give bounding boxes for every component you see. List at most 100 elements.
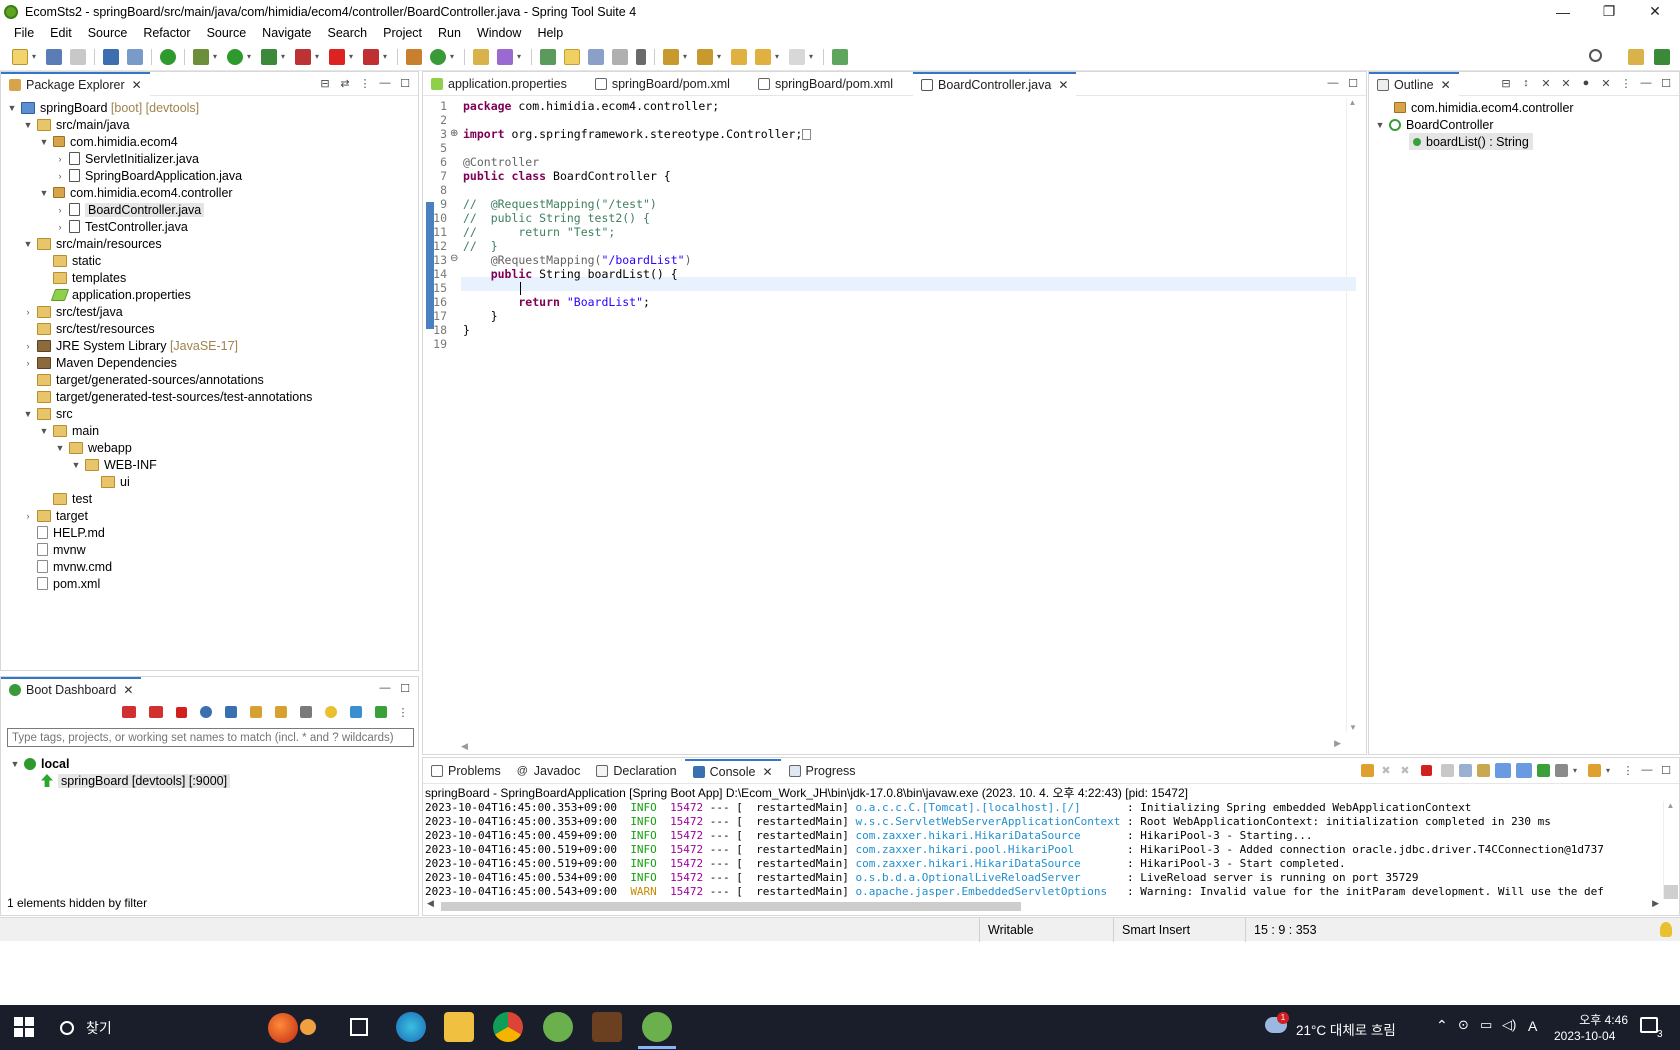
chevron-right-icon[interactable]: › xyxy=(22,307,34,317)
chevron-right-icon[interactable]: › xyxy=(54,222,66,232)
chevron-right-icon[interactable]: › xyxy=(22,341,34,351)
menu-source-2[interactable]: Source xyxy=(199,26,255,40)
console-icon[interactable] xyxy=(225,706,237,718)
open-perspective-icon[interactable] xyxy=(1628,49,1644,65)
ime-indicator[interactable]: A xyxy=(1528,1018,1537,1034)
editor-horizontal-scrollbar[interactable]: ◀ ▶ xyxy=(461,738,1341,752)
view-menu-icon[interactable]: ⋮ xyxy=(358,76,372,90)
tree-item-src[interactable]: ▼ src xyxy=(22,405,73,422)
folded-imports-box[interactable] xyxy=(802,129,812,140)
minimize-view-icon[interactable]: — xyxy=(1639,76,1653,90)
relaunch-icon[interactable] xyxy=(1361,763,1374,777)
tree-item-src-main-resources[interactable]: ▼ src/main/resources xyxy=(22,235,162,252)
maximize-view-icon[interactable]: ☐ xyxy=(398,76,412,90)
tips-lightbulb-icon[interactable] xyxy=(1660,922,1672,937)
collapse-all-icon[interactable]: ⊟ xyxy=(1499,76,1513,90)
chevron-down-icon[interactable]: ▼ xyxy=(22,409,34,419)
search-tool-icon[interactable] xyxy=(497,48,513,65)
tree-item-help-md[interactable]: HELP.md xyxy=(22,524,105,541)
console-horizontal-scrollbar[interactable]: ◀ ▶ xyxy=(423,898,1663,914)
tree-item-application-properties[interactable]: application.properties xyxy=(38,286,191,303)
windows-start-icon[interactable] xyxy=(14,1017,34,1037)
tree-item-springboard-application[interactable]: › SpringBoardApplication.java xyxy=(54,167,243,184)
tab-console[interactable]: Console ✕ xyxy=(684,758,781,783)
menu-source[interactable]: Source xyxy=(80,26,136,40)
word-wrap-icon[interactable] xyxy=(1477,763,1490,777)
close-icon[interactable]: ✕ xyxy=(132,78,142,92)
menu-navigate[interactable]: Navigate xyxy=(254,26,319,40)
close-window-button[interactable]: ✕ xyxy=(1632,0,1678,23)
code-area[interactable]: package com.himidia.ecom4.controller; im… xyxy=(463,99,1343,399)
stop-icon[interactable] xyxy=(176,706,187,718)
show-whitespace-icon[interactable] xyxy=(636,48,646,65)
menu-edit[interactable]: Edit xyxy=(42,26,80,40)
remove-all-terminated-icon[interactable]: ✖ xyxy=(1398,763,1412,777)
sort-icon[interactable]: ↕ xyxy=(1519,76,1533,90)
chevron-right-icon[interactable]: › xyxy=(22,511,34,521)
tree-item-mvnw-cmd[interactable]: mvnw.cmd xyxy=(22,558,112,575)
display-console-icon[interactable] xyxy=(1555,763,1568,777)
close-icon[interactable]: ✕ xyxy=(762,765,772,779)
volume-icon[interactable]: ◁) xyxy=(1502,1017,1516,1033)
new-dropdown-icon[interactable]: ▾ xyxy=(32,49,38,65)
tree-item-templates[interactable]: templates xyxy=(38,269,126,286)
tray-expand-icon[interactable]: ⌃ xyxy=(1436,1017,1448,1034)
tree-item-test-controller[interactable]: › TestController.java xyxy=(54,218,188,235)
chrome-browser-icon[interactable] xyxy=(493,1012,523,1042)
hide-static-icon[interactable]: ✕ xyxy=(1559,76,1573,90)
next-annotation-icon[interactable] xyxy=(663,48,679,65)
search-tool-dropdown-icon[interactable]: ▾ xyxy=(517,49,523,65)
close-icon[interactable]: ✕ xyxy=(1441,78,1451,92)
tree-item-src-test-java[interactable]: › src/test/java xyxy=(22,303,123,320)
prev-annotation-dropdown-icon[interactable]: ▾ xyxy=(717,49,723,65)
save-icon[interactable] xyxy=(46,48,62,65)
open-browser-icon[interactable] xyxy=(200,706,212,718)
toggle-annotation-icon[interactable] xyxy=(540,48,556,65)
terminate-icon[interactable]: ✖ xyxy=(1379,763,1393,777)
tab-problems[interactable]: Problems xyxy=(423,759,509,783)
notification-center-icon[interactable] xyxy=(1640,1017,1658,1033)
console-output[interactable]: 2023-10-04T16:45:00.353+09:00 INFO 15472… xyxy=(423,801,1661,897)
block-selection-icon[interactable] xyxy=(588,48,604,65)
fold-plus-icon[interactable]: ⊕ xyxy=(450,128,458,139)
tree-item-src-main-java[interactable]: ▼ src/main/java xyxy=(22,116,130,133)
eclipse-app-icon[interactable] xyxy=(592,1012,622,1042)
file-explorer-icon[interactable] xyxy=(444,1012,474,1042)
prev-annotation-icon[interactable] xyxy=(697,48,713,65)
chevron-down-icon[interactable]: ▼ xyxy=(22,120,34,130)
tree-item-target[interactable]: › target xyxy=(22,507,88,524)
new-icon[interactable] xyxy=(12,48,28,65)
tree-item-webapp[interactable]: ▼ webapp xyxy=(54,439,132,456)
spring-perspective-icon[interactable] xyxy=(1654,49,1670,65)
terminal-icon[interactable] xyxy=(103,48,119,65)
minimize-view-icon[interactable]: — xyxy=(378,76,392,90)
display-console-dropdown-icon[interactable]: ▾ xyxy=(1573,762,1579,778)
stop-icon[interactable] xyxy=(329,48,345,65)
stop-dropdown-icon[interactable]: ▾ xyxy=(349,49,355,65)
open-console-icon[interactable] xyxy=(1588,763,1601,777)
editor-vertical-scrollbar[interactable]: ▲ ▼ xyxy=(1346,98,1358,732)
tab-boot-dashboard[interactable]: Boot Dashboard ✕ xyxy=(1,677,142,701)
external-tools-dropdown-icon[interactable]: ▾ xyxy=(315,49,321,65)
minimize-view-icon[interactable]: — xyxy=(378,681,392,695)
stop-icon[interactable] xyxy=(1421,764,1432,776)
taskbar-search[interactable]: 찾기 xyxy=(48,1005,258,1050)
boot-dashboard-icon[interactable] xyxy=(160,48,176,65)
view-menu-icon[interactable]: ⋮ xyxy=(396,705,410,719)
menu-file[interactable]: File xyxy=(6,26,42,40)
chevron-right-icon[interactable]: › xyxy=(22,358,34,368)
tab-package-explorer[interactable]: Package Explorer ✕ xyxy=(1,71,150,96)
outline-method[interactable]: boardList() : String xyxy=(1409,133,1533,150)
tab-board-controller[interactable]: BoardController.java ✕ xyxy=(913,71,1077,96)
tree-item-generated-sources[interactable]: target/generated-sources/annotations xyxy=(22,371,264,388)
chevron-right-icon[interactable]: › xyxy=(54,154,66,164)
tab-javadoc[interactable]: @ Javadoc xyxy=(509,759,589,783)
chevron-down-icon[interactable]: ▼ xyxy=(38,188,50,198)
menu-window[interactable]: Window xyxy=(469,26,529,40)
boot-app-springboard[interactable]: springBoard [devtools] [:9000] xyxy=(41,772,231,789)
tree-item-main[interactable]: ▼ main xyxy=(38,422,100,439)
show-on-stderr-icon[interactable] xyxy=(1516,762,1532,778)
clock-time[interactable]: 오후 4:46 xyxy=(1558,1011,1628,1028)
restore-button[interactable]: ❐ xyxy=(1586,0,1632,23)
open-console-dropdown-icon[interactable]: ▾ xyxy=(1606,762,1612,778)
